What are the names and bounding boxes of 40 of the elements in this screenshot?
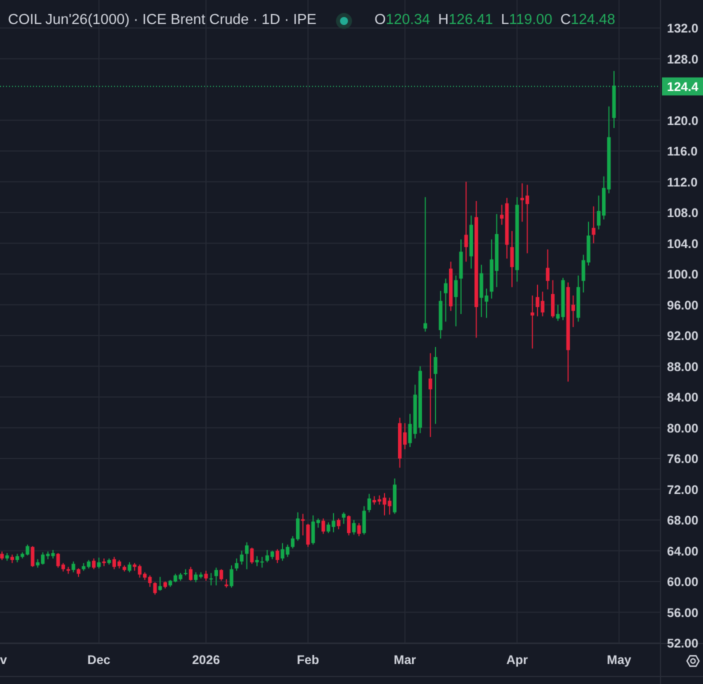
price-label: 104.0	[667, 236, 698, 251]
price-label: 100.0	[667, 268, 698, 282]
ref-line-label: 124.4	[667, 80, 698, 94]
last-price-label: 124.4	[662, 77, 703, 96]
ohlc-label: O	[374, 12, 386, 28]
price-label: 96.00	[667, 298, 698, 312]
settings-icon[interactable]	[686, 655, 700, 667]
symbol-title[interactable]: COIL Jun'26(1000) · ICE Brent Crude · 1D · IPE	[8, 10, 316, 32]
price-label: 88.00	[667, 360, 698, 374]
ohlc-value: 124.48	[570, 12, 616, 28]
price-label: 112.0	[667, 175, 698, 190]
price-label: 108.0	[667, 206, 698, 220]
price-label: 116.0	[667, 144, 698, 158]
price-label: 132.0	[667, 22, 698, 36]
price-label: 128.0	[667, 52, 698, 66]
candlestick	[526, 184, 530, 254]
price-label: 80.00	[667, 421, 698, 436]
date-label: Dec	[87, 653, 110, 667]
price-label: 60.00	[667, 575, 698, 589]
ohlc-label: L	[500, 12, 510, 28]
ohlc-value: 120.34	[386, 12, 430, 28]
price-label: 52.00	[667, 636, 698, 650]
ohlc-label: C	[560, 12, 571, 28]
date-label: v	[0, 653, 7, 667]
price-label: 84.00	[667, 390, 698, 404]
price-label: 56.00	[667, 606, 698, 620]
price-label: 92.00	[667, 329, 698, 343]
date-label: 2026	[192, 653, 220, 667]
date-label: Apr	[506, 653, 528, 667]
price-label: 68.00	[667, 514, 698, 528]
ohlc-value: 119.00	[509, 12, 552, 28]
price-label: 72.00	[667, 482, 698, 497]
ohlc-value: 126.41	[448, 12, 493, 28]
date-label: Feb	[296, 653, 320, 667]
date-label: Mar	[394, 653, 416, 667]
price-label: 64.00	[667, 544, 698, 558]
price-label: 76.00	[667, 452, 698, 466]
price-label: 120.0	[667, 114, 698, 128]
date-label: May	[606, 653, 632, 667]
ohlc-label: H	[438, 12, 449, 28]
